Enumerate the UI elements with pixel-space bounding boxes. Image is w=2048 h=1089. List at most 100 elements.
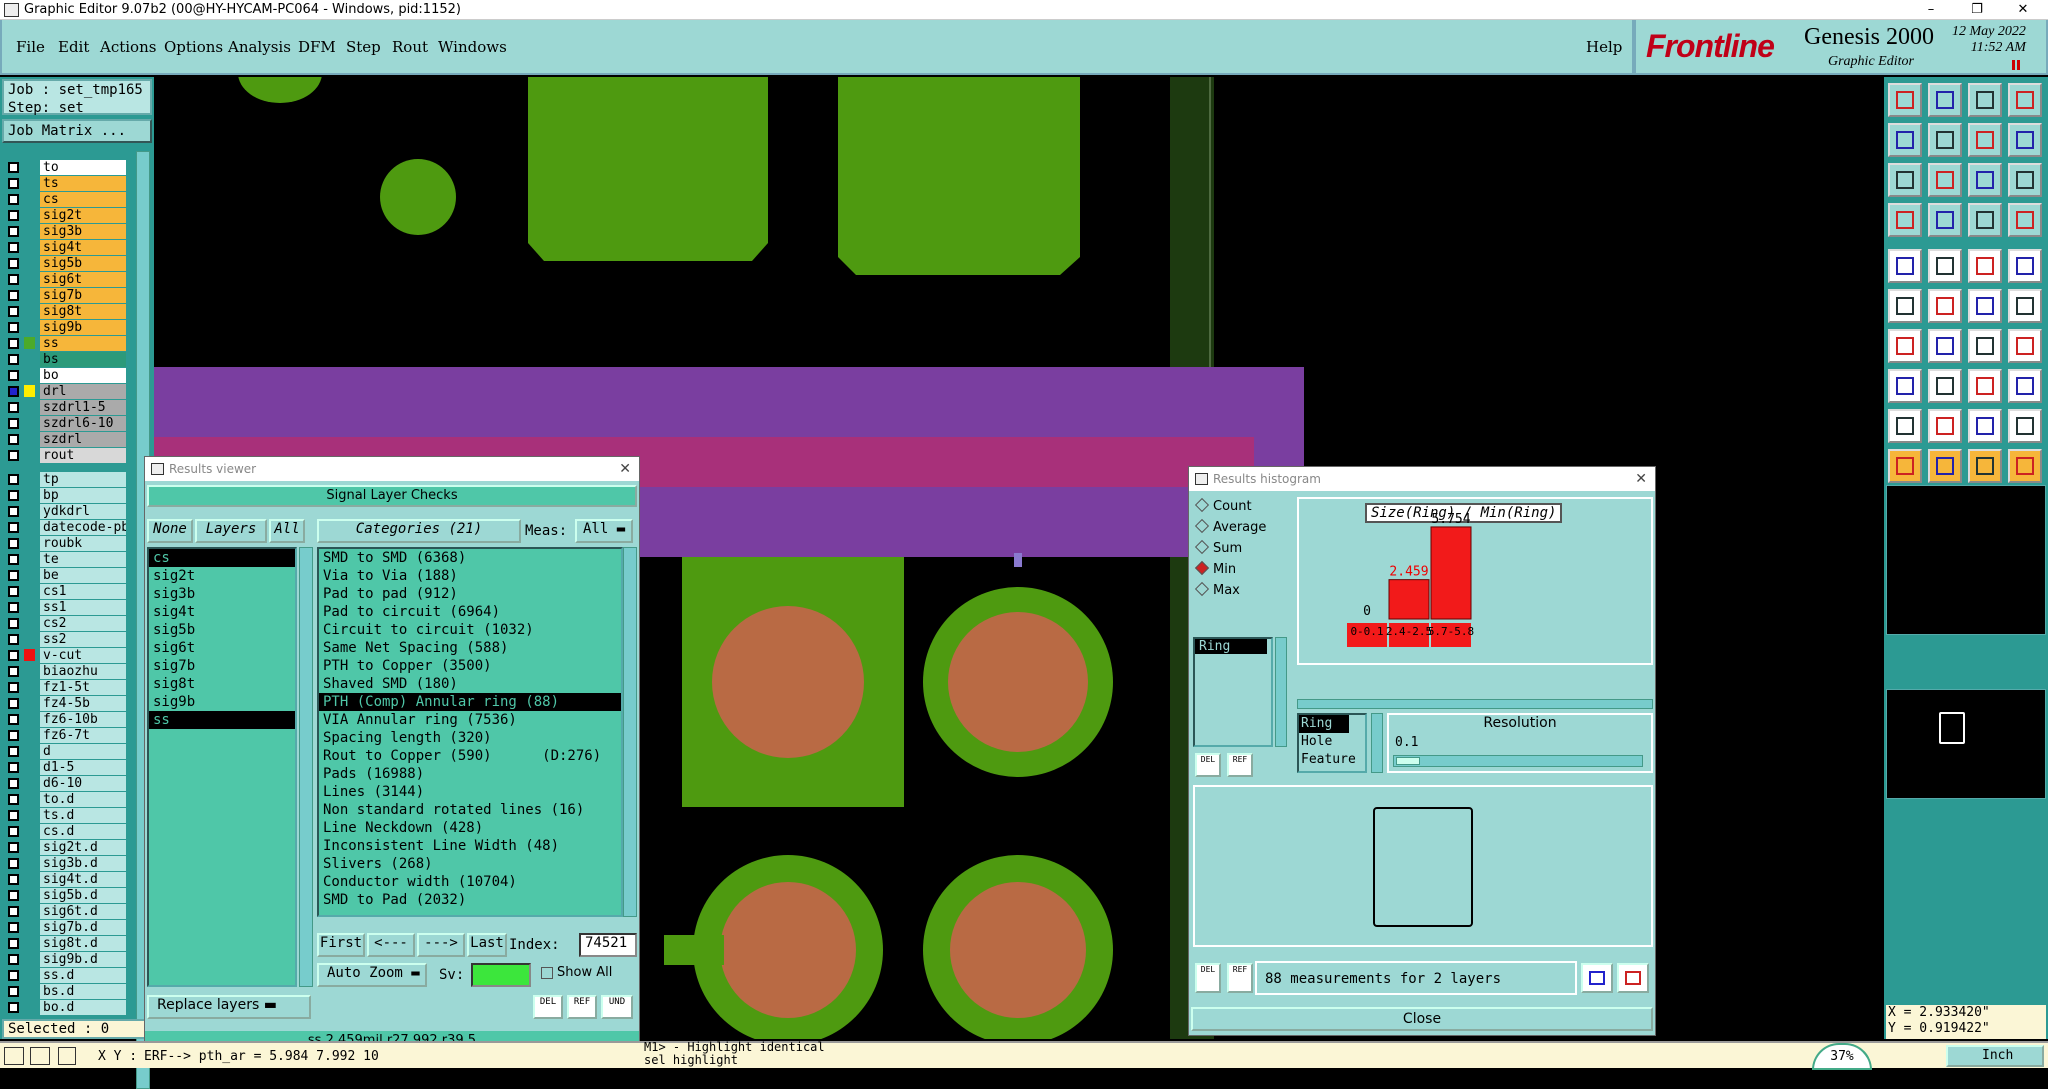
tool-button[interactable]: [2008, 163, 2042, 197]
tool-button[interactable]: [1928, 123, 1962, 157]
layer-checkbox[interactable]: [8, 922, 19, 933]
layer-name[interactable]: datecode-pb: [40, 520, 126, 535]
layers-list[interactable]: cs sig2t sig3b sig4t sig5b sig6t sig7b sig8t sig…: [147, 547, 297, 987]
layer-color-indicator[interactable]: [24, 665, 35, 677]
radio-icon[interactable]: [1194, 539, 1210, 555]
show-all-checkbox[interactable]: [541, 967, 553, 979]
layer-name[interactable]: sig3b: [40, 224, 126, 239]
tool-button[interactable]: [1968, 163, 2002, 197]
layer-name[interactable]: sig7b: [40, 288, 126, 303]
layer-row[interactable]: sig7b: [4, 287, 128, 303]
tool-button[interactable]: [1968, 123, 2002, 157]
layer-color-indicator[interactable]: [24, 681, 35, 693]
layer-name[interactable]: d6-10: [40, 776, 126, 791]
menu-help[interactable]: Help: [1586, 38, 1622, 56]
layer-checkbox[interactable]: [8, 538, 19, 549]
layer-color-indicator[interactable]: [24, 417, 35, 429]
layer-row[interactable]: cs2: [4, 615, 128, 631]
layer-name[interactable]: bs.d: [40, 984, 126, 999]
zoom-in-button[interactable]: [1617, 963, 1649, 993]
layer-name[interactable]: sig8t: [40, 304, 126, 319]
layer-row[interactable]: d6-10: [4, 775, 128, 791]
stat-option[interactable]: Count: [1193, 497, 1252, 517]
layer-checkbox[interactable]: [8, 402, 19, 413]
unit-select[interactable]: Inch: [1946, 1045, 2044, 1067]
tool-button[interactable]: [1968, 369, 2002, 403]
tool-button[interactable]: [2008, 249, 2042, 283]
layer-row[interactable]: cs: [4, 191, 128, 207]
histogram-bar[interactable]: [1430, 526, 1472, 620]
layer-row[interactable]: sig4t.d: [4, 871, 128, 887]
layer-row[interactable]: sig8t.d: [4, 935, 128, 951]
layer-name[interactable]: drl: [40, 384, 126, 399]
layer-checkbox[interactable]: [8, 746, 19, 757]
layer-row[interactable]: cs.d: [4, 823, 128, 839]
layer-row[interactable]: drl: [4, 383, 128, 399]
tool-button[interactable]: [1888, 449, 1922, 483]
layer-checkbox[interactable]: [8, 842, 19, 853]
list-item[interactable]: sig7b: [149, 657, 295, 675]
layer-color-indicator[interactable]: [24, 449, 35, 461]
radio-icon[interactable]: [1194, 497, 1210, 513]
layer-row[interactable]: be: [4, 567, 128, 583]
list-item[interactable]: sig4t: [149, 603, 295, 621]
layer-checkbox[interactable]: [8, 338, 19, 349]
layer-name[interactable]: sig5b.d: [40, 888, 126, 903]
layer-row[interactable]: bo.d: [4, 999, 128, 1015]
type-item[interactable]: Hole: [1299, 733, 1365, 751]
layer-row[interactable]: bp: [4, 487, 128, 503]
layer-checkbox[interactable]: [8, 698, 19, 709]
layer-name[interactable]: cs2: [40, 616, 126, 631]
layer-row[interactable]: ts.d: [4, 807, 128, 823]
list-item[interactable]: sig5b: [149, 621, 295, 639]
layer-row[interactable]: to: [4, 159, 128, 175]
close-icon[interactable]: ✕: [619, 457, 631, 481]
layer-checkbox[interactable]: [8, 226, 19, 237]
categories-scrollbar[interactable]: [623, 547, 637, 917]
layer-color-indicator[interactable]: [24, 537, 35, 549]
layer-row[interactable]: rout: [4, 447, 128, 463]
layer-checkbox[interactable]: [8, 194, 19, 205]
layer-row[interactable]: bs.d: [4, 983, 128, 999]
layer-color-indicator[interactable]: [24, 969, 35, 981]
stat-option[interactable]: Average: [1193, 518, 1266, 538]
layer-color-indicator[interactable]: [24, 177, 35, 189]
layer-checkbox[interactable]: [8, 1002, 19, 1013]
layer-row[interactable]: ss2: [4, 631, 128, 647]
layer-row[interactable]: fz4-5b: [4, 695, 128, 711]
layer-color-indicator[interactable]: [24, 401, 35, 413]
layer-name[interactable]: bo: [40, 368, 126, 383]
layer-color-indicator[interactable]: [24, 745, 35, 757]
tool-button[interactable]: [1928, 289, 1962, 323]
tool-button[interactable]: [1888, 203, 1922, 237]
layer-color-indicator[interactable]: [24, 433, 35, 445]
tool-button[interactable]: [1968, 449, 2002, 483]
layer-checkbox[interactable]: [8, 650, 19, 661]
layer-row[interactable]: ss.d: [4, 967, 128, 983]
layer-row[interactable]: biaozhu: [4, 663, 128, 679]
layer-name[interactable]: fz4-5b: [40, 696, 126, 711]
type-scrollbar[interactable]: [1371, 713, 1383, 773]
all-button[interactable]: All: [269, 519, 305, 543]
layer-name[interactable]: to: [40, 160, 126, 175]
layer-checkbox[interactable]: [8, 178, 19, 189]
layer-color-indicator[interactable]: [24, 841, 35, 853]
layer-row[interactable]: fz6-10b: [4, 711, 128, 727]
tool-button[interactable]: [2008, 329, 2042, 363]
layer-name[interactable]: bp: [40, 488, 126, 503]
resolution-slider[interactable]: [1393, 755, 1643, 767]
menu-file[interactable]: File: [16, 38, 45, 56]
tool-button[interactable]: [1968, 289, 2002, 323]
stat-option[interactable]: Sum: [1193, 539, 1242, 559]
hist-del-button[interactable]: DEL: [1195, 753, 1221, 777]
layer-name[interactable]: sig7b.d: [40, 920, 126, 935]
slider-thumb[interactable]: [1396, 757, 1420, 765]
layer-color-indicator[interactable]: [24, 353, 35, 365]
ring-list[interactable]: Ring: [1193, 637, 1273, 747]
layer-checkbox[interactable]: [8, 890, 19, 901]
layer-checkbox[interactable]: [8, 970, 19, 981]
list-item[interactable]: ss: [149, 711, 295, 729]
menu-edit[interactable]: Edit: [58, 38, 89, 56]
layer-color-indicator[interactable]: [24, 985, 35, 997]
layer-name[interactable]: sig3b.d: [40, 856, 126, 871]
